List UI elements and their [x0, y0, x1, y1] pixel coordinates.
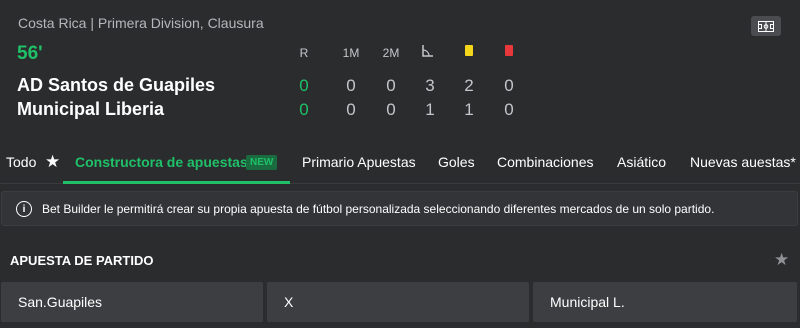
- home-yellow-cards: 2: [464, 76, 474, 95]
- away-score: 0: [299, 100, 309, 119]
- away-team-name: Municipal Liberia: [17, 99, 165, 119]
- red-card-icon: [505, 45, 513, 56]
- league-name: Costa Rica | Primera Division, Clausura: [18, 15, 264, 31]
- away-yellow-cards: 1: [464, 100, 474, 119]
- outcome-away-button[interactable]: Municipal L.: [533, 282, 797, 322]
- home-second-half: 0: [386, 76, 396, 95]
- home-red-cards: 0: [504, 76, 514, 95]
- header-first-half: 1M: [342, 46, 360, 60]
- away-corners: 1: [425, 100, 435, 119]
- market-tabs: Todo ★ Constructora de apuestas NEW Prim…: [0, 140, 800, 184]
- outcome-home-button[interactable]: San.Guapiles: [1, 282, 263, 322]
- tab-new-bets[interactable]: Nuevas auestas*: [690, 154, 796, 170]
- match-minute: 56': [17, 43, 43, 64]
- home-first-half: 0: [346, 76, 356, 95]
- outcome-label: X: [284, 294, 294, 310]
- tab-goals[interactable]: Goles: [438, 154, 475, 170]
- info-icon: i: [16, 201, 32, 217]
- tab-combinations[interactable]: Combinaciones: [497, 154, 594, 170]
- outcome-label: Municipal L.: [550, 294, 625, 310]
- away-second-half: 0: [386, 100, 396, 119]
- tab-asian[interactable]: Asiático: [617, 154, 666, 170]
- tab-bet-builder[interactable]: Constructora de apuestas: [75, 154, 248, 170]
- info-banner: i Bet Builder le permitirá crear su prop…: [1, 191, 798, 226]
- favorite-star-icon[interactable]: ★: [774, 250, 789, 270]
- header-second-half: 2M: [382, 46, 400, 60]
- yellow-card-icon: [465, 45, 473, 56]
- tab-primary-bets[interactable]: Primario Apuestas: [302, 154, 416, 170]
- scoreboard: Costa Rica | Primera Division, Clausura …: [0, 0, 800, 140]
- outcome-draw-button[interactable]: X: [267, 282, 529, 322]
- away-red-cards: 0: [504, 100, 514, 119]
- home-corners: 3: [425, 76, 435, 95]
- favorites-star-icon[interactable]: ★: [45, 152, 60, 172]
- info-text: Bet Builder le permitirá crear su propia…: [42, 202, 715, 216]
- corner-flag-icon: [422, 45, 433, 57]
- home-team-name: AD Santos de Guapiles: [17, 75, 216, 95]
- tab-all[interactable]: Todo: [6, 154, 36, 170]
- active-tab-indicator: [63, 181, 290, 184]
- new-badge: NEW: [246, 155, 278, 170]
- scoreboard-icon[interactable]: [751, 16, 781, 36]
- away-first-half: 0: [346, 100, 356, 119]
- outcome-label: San.Guapiles: [18, 294, 103, 310]
- market-header: APUESTA DE PARTIDO ★: [0, 240, 800, 280]
- market-title: APUESTA DE PARTIDO: [10, 253, 154, 268]
- home-score: 0: [299, 76, 309, 95]
- header-result: R: [299, 46, 309, 60]
